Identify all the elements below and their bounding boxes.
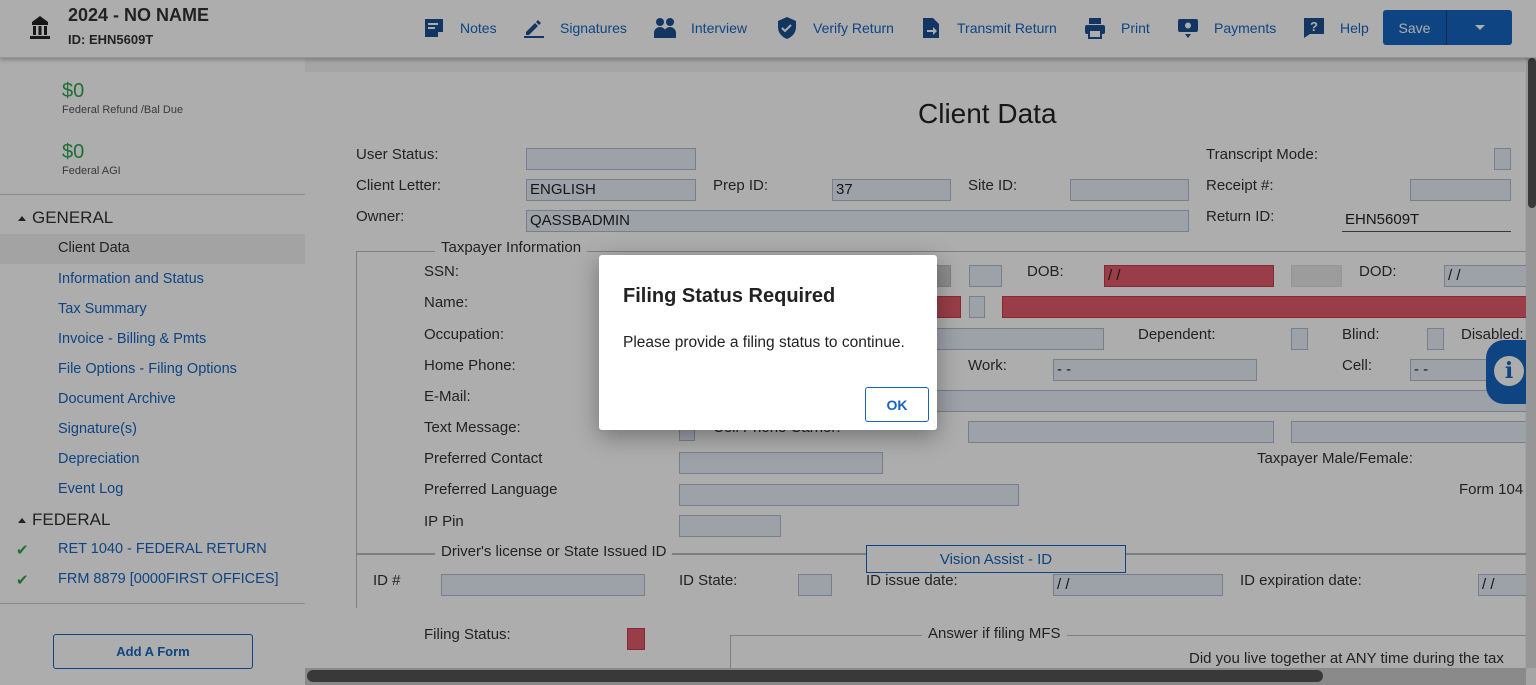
filing-status-dialog: Filing Status Required Please provide a … <box>599 255 937 430</box>
dialog-title: Filing Status Required <box>623 285 836 307</box>
ok-button[interactable]: OK <box>865 387 929 422</box>
dialog-message: Please provide a filing status to contin… <box>623 334 905 351</box>
